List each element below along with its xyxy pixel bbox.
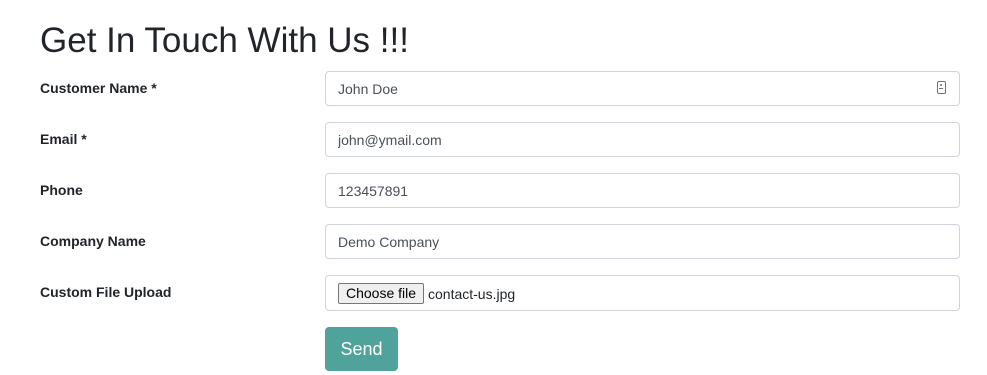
contact-card-icon[interactable] xyxy=(937,81,946,94)
company-name-label: Company Name xyxy=(40,233,146,249)
customer-name-label: Customer Name * xyxy=(40,80,157,96)
phone-row: Phone xyxy=(40,173,960,208)
phone-label: Phone xyxy=(40,182,83,198)
choose-file-button[interactable]: Choose file xyxy=(338,283,425,304)
contact-form-page: Get In Touch With Us !!! Customer Name *… xyxy=(0,0,987,375)
file-upload-label: Custom File Upload xyxy=(40,284,172,300)
page-title: Get In Touch With Us !!! xyxy=(40,21,409,60)
file-upload-input[interactable]: Choose file contact-us.jpg xyxy=(325,275,960,311)
selected-file-name: contact-us.jpg xyxy=(428,286,516,302)
phone-input[interactable] xyxy=(325,173,960,208)
customer-name-row: Customer Name * xyxy=(40,71,960,106)
email-row: Email * xyxy=(40,122,960,157)
email-label: Email * xyxy=(40,131,87,147)
file-upload-row: Custom File Upload Choose file contact-u… xyxy=(40,275,960,311)
company-name-input[interactable] xyxy=(325,224,960,259)
customer-name-field-wrap xyxy=(325,71,960,106)
company-name-row: Company Name xyxy=(40,224,960,259)
customer-name-input[interactable] xyxy=(325,71,960,106)
send-button[interactable]: Send xyxy=(325,327,398,371)
email-input[interactable] xyxy=(325,122,960,157)
